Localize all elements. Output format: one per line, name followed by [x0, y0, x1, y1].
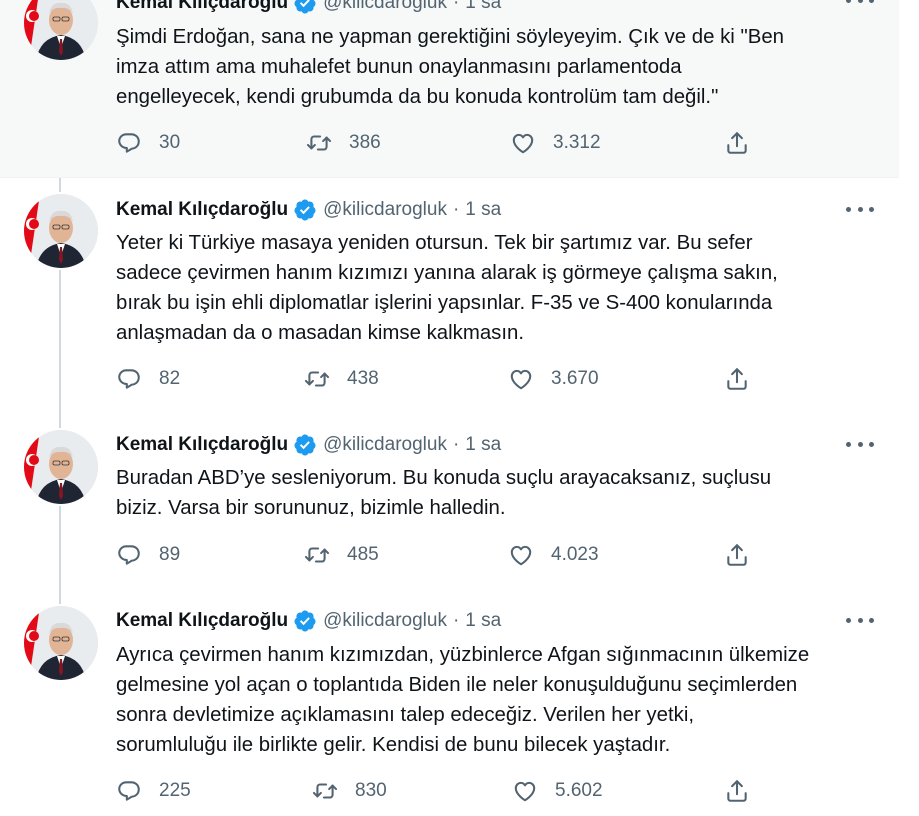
more-icon[interactable] — [846, 434, 874, 454]
like-count: 3.312 — [553, 132, 601, 153]
share-icon — [724, 778, 750, 804]
verified-badge-icon — [293, 433, 317, 457]
author-name[interactable]: Kemal Kılıçdaroğlu — [116, 610, 288, 632]
reply-button[interactable]: 225 — [116, 778, 191, 804]
avatar[interactable] — [24, 194, 98, 268]
retweet-count: 386 — [349, 132, 381, 153]
tweet-header: Kemal Kılıçdaroğlu @kilicdarogluk · 1 sa — [116, 0, 501, 15]
like-button[interactable]: 3.312 — [510, 130, 601, 156]
avatar[interactable] — [24, 430, 98, 504]
more-icon[interactable] — [846, 0, 874, 10]
timestamp[interactable]: 1 sa — [465, 199, 501, 221]
separator-dot: · — [452, 610, 460, 631]
reply-icon — [116, 778, 142, 804]
avatar[interactable] — [24, 606, 98, 680]
share-button[interactable] — [724, 778, 750, 804]
retweet-count: 438 — [347, 368, 379, 389]
like-button[interactable]: 3.670 — [508, 366, 599, 392]
more-icon[interactable] — [846, 199, 874, 219]
heart-icon — [508, 366, 534, 392]
like-button[interactable]: 4.023 — [508, 542, 599, 568]
tweet-actions: 89 485 4.023 — [116, 542, 766, 572]
timestamp[interactable]: 1 sa — [465, 610, 501, 632]
reply-count: 225 — [159, 780, 191, 801]
share-button[interactable] — [724, 542, 750, 568]
retweet-icon — [304, 542, 330, 568]
reply-count: 89 — [159, 544, 181, 565]
verified-badge-icon — [293, 0, 317, 15]
tweet-header: Kemal Kılıçdaroğlu @kilicdarogluk · 1 sa — [116, 433, 501, 457]
retweet-button[interactable]: 386 — [306, 130, 381, 156]
like-count: 4.023 — [551, 544, 599, 565]
tweet-text: Buradan ABD’ye sesleniyorum. Bu konuda s… — [116, 467, 772, 519]
reply-icon — [116, 130, 142, 156]
heart-icon — [508, 542, 534, 568]
tweet-actions: 225 830 5.602 — [116, 778, 766, 808]
reply-icon — [116, 542, 142, 568]
like-count: 3.670 — [551, 368, 599, 389]
retweet-button[interactable]: 438 — [304, 366, 379, 392]
tweet-header: Kemal Kılıçdaroğlu @kilicdarogluk · 1 sa — [116, 198, 501, 222]
reply-icon — [116, 366, 142, 392]
tweet-header: Kemal Kılıçdaroğlu @kilicdarogluk · 1 sa — [116, 609, 501, 633]
reply-count: 30 — [159, 132, 181, 153]
like-count: 5.602 — [555, 780, 603, 801]
tweet-text: Yeter ki Türkiye masaya yeniden otursun.… — [116, 232, 778, 344]
separator-dot: · — [452, 199, 460, 220]
share-icon — [724, 130, 750, 156]
author-name[interactable]: Kemal Kılıçdaroğlu — [116, 434, 288, 456]
timestamp[interactable]: 1 sa — [465, 0, 501, 14]
retweet-icon — [306, 130, 332, 156]
author-handle[interactable]: @kilicdarogluk — [323, 610, 447, 632]
heart-icon — [510, 130, 536, 156]
separator-dot: · — [452, 0, 460, 13]
author-handle[interactable]: @kilicdarogluk — [323, 0, 447, 14]
retweet-count: 485 — [347, 544, 379, 565]
share-icon — [724, 542, 750, 568]
more-icon[interactable] — [846, 610, 874, 630]
retweet-icon — [304, 366, 330, 392]
like-button[interactable]: 5.602 — [512, 778, 603, 804]
share-button[interactable] — [724, 366, 750, 392]
tweet-text: Ayrıca çevirmen hanım kızımızdan, yüzbin… — [116, 644, 810, 756]
tweet-text: Şimdi Erdoğan, sana ne yapman gerektiğin… — [116, 26, 785, 108]
share-icon — [724, 366, 750, 392]
tweet-actions: 82 438 3.670 — [116, 366, 766, 396]
separator-dot: · — [452, 434, 460, 455]
verified-badge-icon — [293, 198, 317, 222]
verified-badge-icon — [293, 609, 317, 633]
share-button[interactable] — [724, 130, 750, 156]
tweet-actions: 30 386 3.312 — [116, 130, 766, 160]
reply-button[interactable]: 82 — [116, 366, 180, 392]
retweet-icon — [312, 778, 338, 804]
retweet-count: 830 — [355, 780, 387, 801]
heart-icon — [512, 778, 538, 804]
reply-button[interactable]: 30 — [116, 130, 180, 156]
author-name[interactable]: Kemal Kılıçdaroğlu — [116, 199, 288, 221]
retweet-button[interactable]: 830 — [312, 778, 387, 804]
reply-count: 82 — [159, 368, 181, 389]
timestamp[interactable]: 1 sa — [465, 434, 501, 456]
author-handle[interactable]: @kilicdarogluk — [323, 199, 447, 221]
retweet-button[interactable]: 485 — [304, 542, 379, 568]
author-handle[interactable]: @kilicdarogluk — [323, 434, 447, 456]
author-name[interactable]: Kemal Kılıçdaroğlu — [116, 0, 288, 14]
reply-button[interactable]: 89 — [116, 542, 180, 568]
